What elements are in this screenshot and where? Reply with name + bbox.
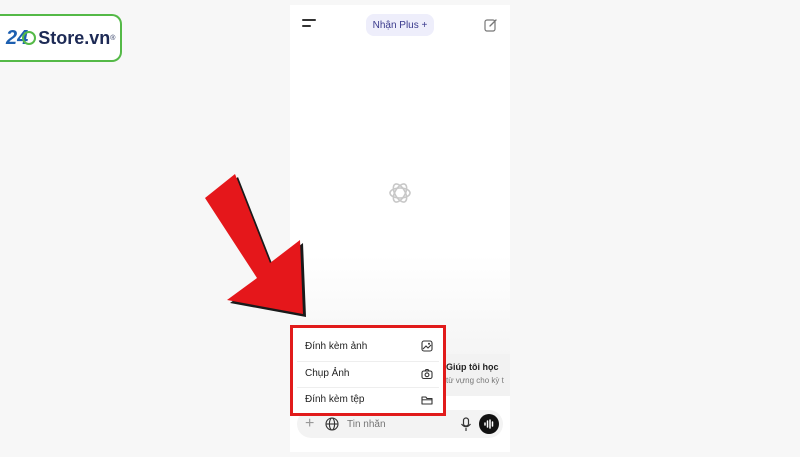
menu-item-take-photo[interactable]: Chụp Ảnh bbox=[297, 361, 439, 385]
suggestion-subtitle: từ vựng cho kỳ t bbox=[446, 376, 504, 385]
menu-item-label: Đính kèm ảnh bbox=[305, 340, 368, 352]
camera-icon bbox=[421, 368, 433, 379]
microphone-icon[interactable] bbox=[460, 417, 472, 432]
globe-icon[interactable] bbox=[325, 417, 339, 431]
new-chat-icon[interactable] bbox=[484, 18, 498, 32]
get-plus-button[interactable]: Nhận Plus + bbox=[366, 14, 434, 36]
suggestion-card[interactable]: Giúp tôi học từ vựng cho kỳ t bbox=[440, 354, 510, 396]
folder-icon bbox=[421, 395, 433, 405]
screenshot-stage: 24 Store.vn ® Nhận Plus + Giúp tôi học t… bbox=[0, 0, 800, 457]
suggestion-title: Giúp tôi học bbox=[446, 362, 499, 372]
attach-plus-button[interactable]: + bbox=[305, 415, 314, 433]
menu-item-label: Chụp Ảnh bbox=[305, 368, 350, 379]
attach-menu-popup: Đính kèm ảnh Chụp Ảnh Đính kèm tệp bbox=[290, 325, 446, 416]
top-bar: Nhận Plus + bbox=[290, 5, 510, 45]
voice-mode-button[interactable] bbox=[479, 414, 499, 434]
logo-text: Store.vn bbox=[38, 27, 111, 48]
store-logo: 24 Store.vn ® bbox=[0, 14, 122, 62]
logo-ring-icon bbox=[22, 31, 37, 45]
message-input[interactable] bbox=[347, 414, 457, 434]
menu-item-attach-image[interactable]: Đính kèm ảnh bbox=[297, 334, 439, 358]
menu-item-attach-file[interactable]: Đính kèm tệp bbox=[297, 387, 439, 411]
red-arrow-annotation bbox=[205, 174, 306, 317]
logo-registered: ® bbox=[110, 34, 116, 42]
menu-item-label: Đính kèm tệp bbox=[305, 394, 365, 405]
menu-icon[interactable] bbox=[302, 19, 316, 29]
waveform-icon bbox=[484, 419, 494, 429]
chatgpt-logo-icon bbox=[389, 183, 411, 203]
image-icon bbox=[421, 340, 433, 352]
